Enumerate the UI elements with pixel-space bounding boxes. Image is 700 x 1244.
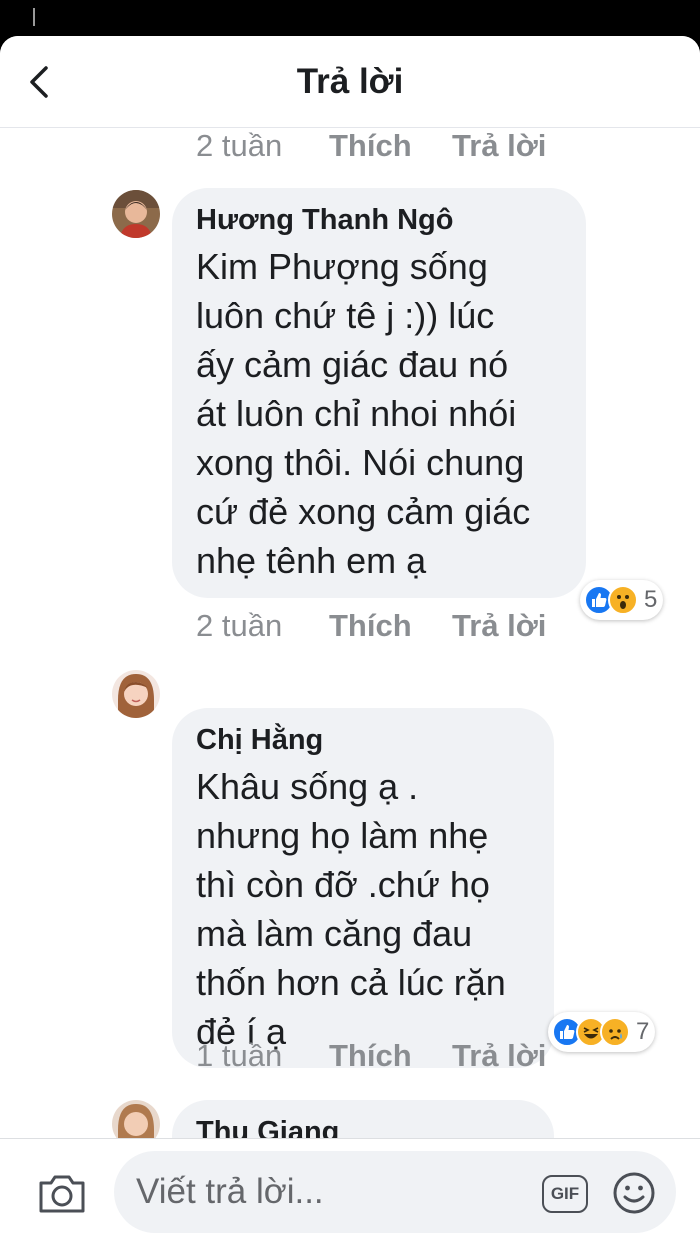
avatar-child-icon bbox=[112, 190, 160, 238]
camera-button[interactable] bbox=[36, 1169, 88, 1217]
reply-button[interactable]: Trả lời bbox=[452, 128, 546, 164]
comment-author[interactable]: Chị Hằng bbox=[196, 722, 530, 758]
avatar-woman-icon bbox=[112, 670, 160, 718]
avatar-woman-icon bbox=[112, 1100, 160, 1138]
comment-bubble: Hương Thanh Ngô Kim Phượng sống luôn chứ… bbox=[172, 188, 586, 598]
reply-button[interactable]: Trả lời bbox=[452, 1038, 546, 1074]
reaction-summary[interactable]: 5 bbox=[580, 580, 664, 620]
avatar[interactable] bbox=[112, 670, 160, 718]
comment-bubble: Chị Hằng Khâu sống ạ . nhưng họ làm nhẹ … bbox=[172, 708, 554, 1068]
reply-input[interactable] bbox=[136, 1171, 516, 1213]
comment-bubble: Thu Giang bbox=[172, 1100, 554, 1138]
reaction-summary[interactable]: 7 bbox=[548, 1012, 656, 1052]
emoji-button[interactable] bbox=[612, 1171, 656, 1215]
comment-author[interactable]: Thu Giang bbox=[196, 1114, 530, 1138]
reaction-count: 5 bbox=[644, 586, 658, 613]
gif-button[interactable]: GIF bbox=[542, 1175, 588, 1213]
comments-list: 2 tuần Thích Trả lời Hương Thanh Ngô Kim… bbox=[0, 128, 700, 1138]
comment-time: 1 tuần bbox=[196, 1038, 283, 1073]
sad-reaction-icon bbox=[600, 1017, 630, 1047]
like-button[interactable]: Thích bbox=[329, 128, 412, 164]
like-button[interactable]: Thích bbox=[329, 608, 412, 644]
comment-time: 2 tuần bbox=[196, 128, 283, 163]
like-button[interactable]: Thích bbox=[329, 1038, 412, 1074]
reply-input-container: GIF bbox=[114, 1151, 676, 1233]
wow-reaction-icon bbox=[608, 585, 638, 615]
reply-sheet: Trả lời 2 tuần Thích Trả lời Hương Thanh… bbox=[0, 36, 700, 1244]
page-title: Trả lời bbox=[296, 62, 404, 101]
comment-author[interactable]: Hương Thanh Ngô bbox=[196, 202, 562, 238]
reply-button[interactable]: Trả lời bbox=[452, 608, 546, 644]
comment-text: Khâu sống ạ . nhưng họ làm nhẹ thì còn đ… bbox=[196, 766, 506, 1052]
reply-composer: GIF bbox=[0, 1138, 700, 1244]
avatar[interactable] bbox=[112, 190, 160, 238]
camera-icon bbox=[39, 1175, 85, 1213]
status-bar bbox=[0, 0, 700, 36]
avatar[interactable] bbox=[112, 1100, 160, 1138]
header: Trả lời bbox=[0, 36, 700, 128]
comment-time: 2 tuần bbox=[196, 608, 283, 643]
status-indicator bbox=[33, 8, 35, 26]
comment-text: Kim Phượng sống luôn chứ tê j :)) lúc ấy… bbox=[196, 246, 531, 581]
smiley-icon bbox=[613, 1172, 655, 1214]
reaction-count: 7 bbox=[636, 1018, 650, 1045]
